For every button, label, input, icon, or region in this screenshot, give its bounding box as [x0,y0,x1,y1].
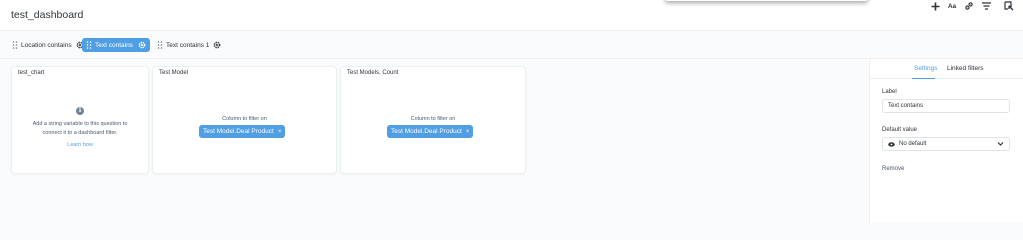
message-line: Add a string variable to this question t… [32,121,128,127]
dashboard-title[interactable]: test_dashboard [11,9,83,21]
filter-location-contains[interactable]: Location contains [12,38,84,52]
gear-icon[interactable] [138,41,146,49]
card-message: i Add a string variable to this question… [12,107,148,150]
label-input[interactable]: Text contains [882,99,1010,113]
tab-settings[interactable]: Settings [914,65,938,72]
popover-edge [665,0,868,1]
message-line: connect it to a dashboard filter. [42,130,118,136]
active-tab-indicator [912,78,935,79]
chevron-down-icon [997,142,1004,146]
card-title: Test Model [159,70,189,76]
gear-icon[interactable] [213,41,221,49]
card-title: test_chart [18,70,45,76]
dashcard-test-models-count: Test Models, Count Column to filter on T… [340,66,526,174]
column-to-filter-label: Column to filter on [222,116,267,122]
column-to-filter-label: Column to filter on [410,116,456,122]
learn-how-link[interactable]: Learn how [12,141,148,150]
default-value-text: No default [899,141,927,147]
filter-label: Text contains [95,41,133,49]
link-icon[interactable] [962,0,976,12]
dashboard-header: test_dashboard Aa [0,0,1023,31]
dashcard-test-model: Test Model Column to filter on Test Mode… [152,66,337,174]
tab-linked-filters[interactable]: Linked filters [947,65,984,72]
exit-icon[interactable] [1002,0,1016,12]
filter-label: Text contains 1 [166,41,210,49]
filter-label: Location contains [21,41,72,49]
filter-settings-sidebar: Settings Linked filters Label Text conta… [869,59,1023,223]
drag-handle-icon[interactable] [157,41,163,49]
filter-text-contains-1[interactable]: Text contains 1 [157,38,221,52]
filter-text-contains[interactable]: Text contains [82,38,150,52]
drag-handle-icon[interactable] [12,41,18,49]
text-card-icon[interactable]: Aa [945,0,959,12]
pill-label: Test Model.Deal Product [203,128,274,135]
remove-filter-button[interactable]: Remove [882,166,904,172]
plus-icon[interactable] [928,0,942,12]
pill-label: Test Model.Deal Product [391,128,462,135]
close-icon[interactable]: × [278,129,282,135]
column-mapping-pill[interactable]: Test Model.Deal Product × [199,125,286,138]
column-mapping-pill[interactable]: Test Model.Deal Product × [387,125,474,138]
card-title: Test Models, Count [347,70,399,76]
default-value-heading: Default value [882,127,918,133]
close-icon[interactable]: × [466,129,470,135]
filter-icon[interactable] [979,0,993,12]
sidebar-tabs: Settings Linked filters [870,59,1023,79]
drag-handle-icon[interactable] [86,41,92,49]
eye-icon [888,141,895,147]
filter-bar: Location contains Text contains Text con… [0,31,1023,59]
label-heading: Label [882,89,897,95]
default-value-select[interactable]: No default [882,137,1010,151]
dashcard-test-chart: test_chart i Add a string variable to th… [11,66,149,174]
info-icon: i [76,107,84,115]
